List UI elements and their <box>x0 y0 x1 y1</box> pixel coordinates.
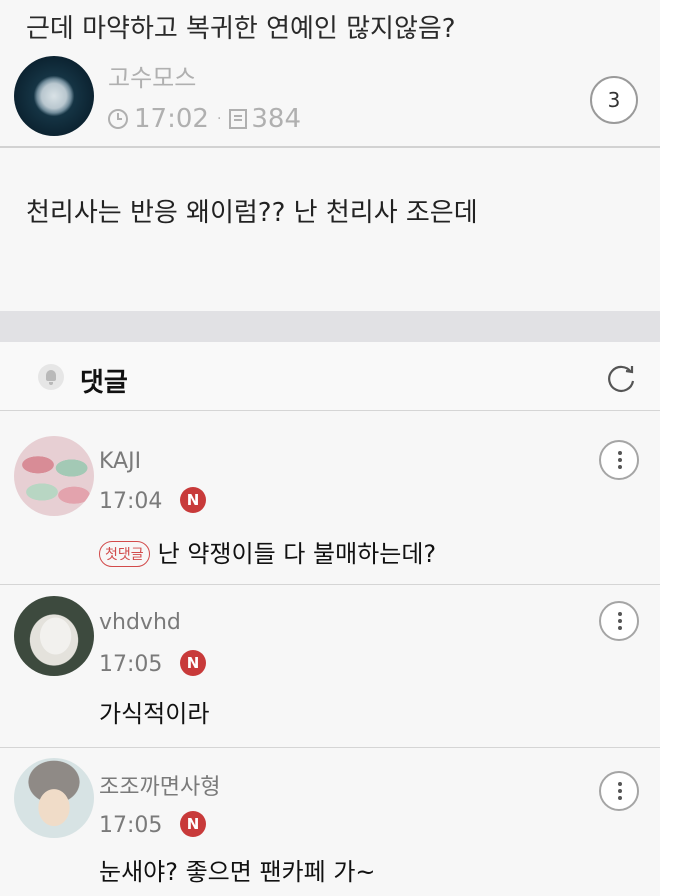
new-badge: N <box>180 811 206 837</box>
section-gap <box>0 311 660 342</box>
comment-text: 가식적이라 <box>99 700 210 728</box>
commenter-avatar[interactable] <box>14 436 94 516</box>
meta-separator: · <box>216 111 222 127</box>
more-options-icon[interactable] <box>599 601 639 641</box>
commenter-avatar[interactable] <box>14 596 94 676</box>
divider <box>0 747 660 748</box>
post-meta: 17:02 · 384 <box>108 104 301 134</box>
post-title: 근데 마약하고 복귀한 연예인 많지않음? <box>26 14 456 44</box>
comment-time: 17:05 <box>99 652 163 677</box>
post-body: 천리사는 반응 왜이럼?? 난 천리사 조은데 <box>26 198 478 228</box>
divider <box>0 410 660 411</box>
commenter-avatar[interactable] <box>14 758 94 838</box>
commenter-name[interactable]: 조조까면사형 <box>99 769 220 801</box>
author-avatar[interactable] <box>14 56 94 136</box>
commenter-name[interactable]: KAJI <box>99 449 141 474</box>
new-badge: N <box>180 650 206 676</box>
comment-count-button[interactable]: 3 <box>590 76 638 124</box>
new-badge: N <box>180 487 206 513</box>
comment-time: 17:05 <box>99 813 163 838</box>
comment-text: 눈새야? 좋으면 팬카페 가~ <box>99 858 376 886</box>
commenter-name[interactable]: vhdvhd <box>99 610 181 635</box>
post-screen: 근데 마약하고 복귀한 연예인 많지않음? 고수모스 17:02 · 384 3… <box>0 0 660 896</box>
first-comment-badge: 첫댓글 <box>99 541 150 567</box>
divider <box>0 584 660 585</box>
post-time: 17:02 <box>134 104 209 134</box>
comment-time: 17:04 <box>99 489 163 514</box>
clock-icon <box>108 109 128 129</box>
comment-body: 난 약쟁이들 다 불매하는데? <box>157 540 437 568</box>
bell-icon[interactable] <box>38 364 64 390</box>
refresh-icon[interactable] <box>604 362 638 396</box>
comments-title: 댓글 <box>80 368 128 398</box>
document-icon <box>229 109 248 129</box>
author-name[interactable]: 고수모스 <box>108 58 196 93</box>
divider <box>0 146 660 148</box>
more-options-icon[interactable] <box>599 440 639 480</box>
post-views: 384 <box>251 104 302 134</box>
comment-text: 첫댓글 난 약쟁이들 다 불매하는데? <box>99 534 436 569</box>
more-options-icon[interactable] <box>599 771 639 811</box>
